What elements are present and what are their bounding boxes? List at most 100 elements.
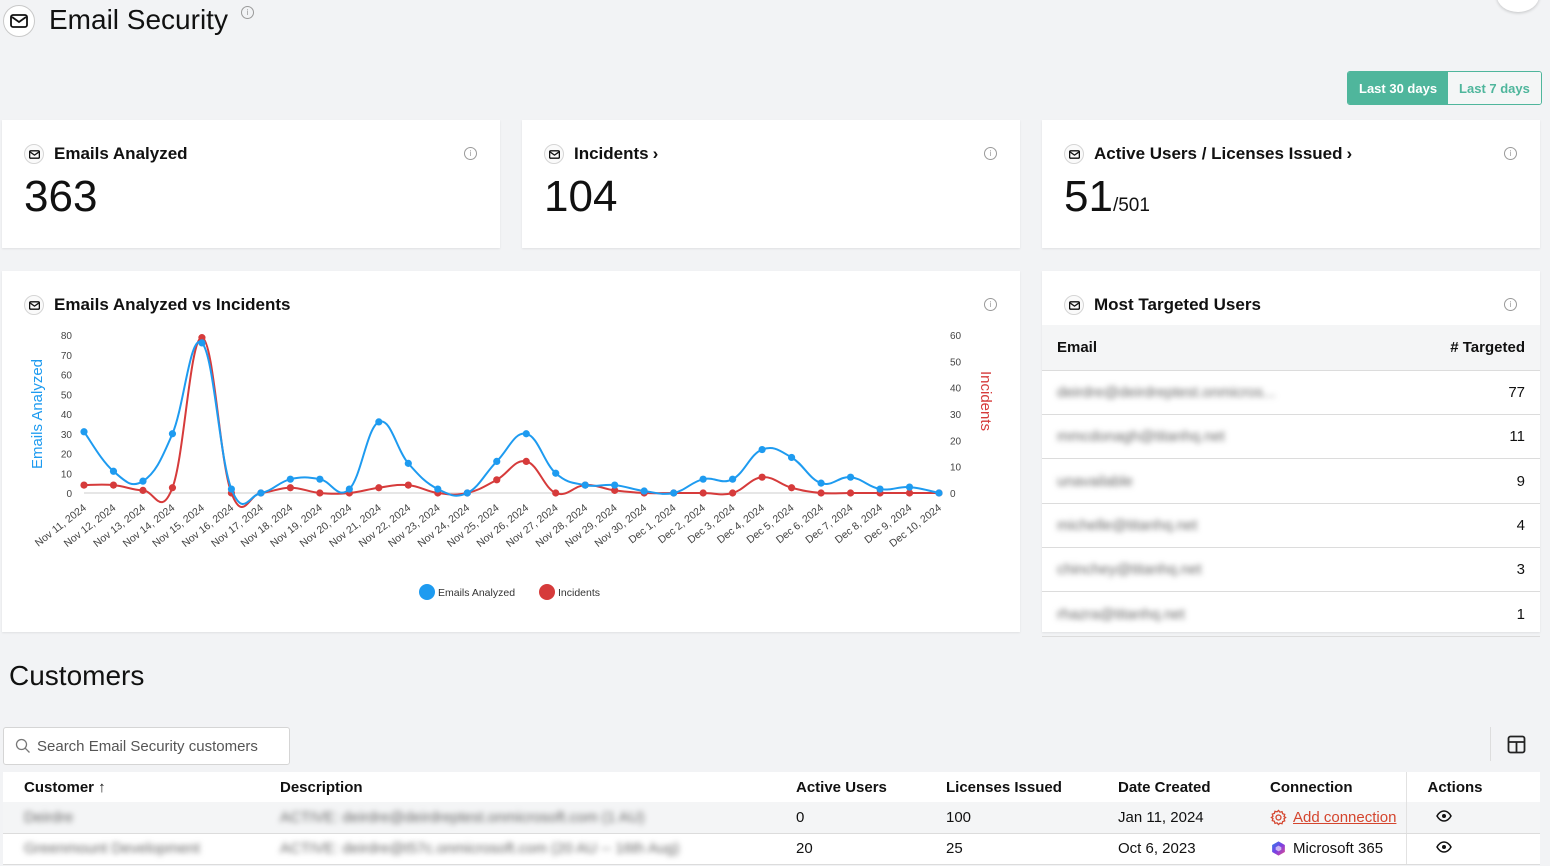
description-text: ACTIVE: deirdre@t57c.onmicrosoft.com (20… (280, 840, 680, 857)
active-users-card[interactable]: Active Users / Licenses Issued › i 51/501 (1042, 120, 1540, 248)
data-point-emails (227, 485, 236, 493)
column-description[interactable]: Description (259, 772, 775, 802)
targeted-count: 1 (1516, 605, 1525, 623)
info-icon[interactable]: i (241, 6, 254, 19)
data-point-emails (522, 430, 530, 438)
microsoft-365-icon (1272, 841, 1285, 856)
connection: Add connection (1249, 802, 1406, 834)
y2-tick-label: 50 (950, 357, 962, 368)
data-point-emails (670, 489, 678, 497)
user-email: rhazra@titanhq.net (1057, 605, 1185, 623)
column-customer[interactable]: Customer ↑ (3, 772, 259, 802)
info-icon[interactable]: i (984, 147, 997, 160)
column-settings-button[interactable] (1490, 727, 1542, 761)
y-axis-label: Emails Analyzed (29, 359, 46, 469)
gear-icon (1270, 809, 1287, 826)
range-last-7-days[interactable]: Last 7 days (1448, 72, 1541, 104)
close-button[interactable] (1497, 0, 1539, 12)
data-point-emails (375, 418, 383, 426)
column-targeted[interactable]: # Targeted (1450, 339, 1525, 356)
legend-label: Incidents (558, 587, 600, 599)
date-range-toggle: Last 30 days Last 7 days (1347, 71, 1542, 105)
view-eye-icon[interactable] (1435, 841, 1452, 853)
data-point-incidents (729, 489, 737, 497)
legend-label: Emails Analyzed (438, 587, 515, 599)
info-icon[interactable]: i (464, 147, 477, 160)
list-item[interactable]: mmcdonagh@titanhq.net 11 (1042, 415, 1540, 460)
add-connection-link[interactable]: Add connection (1293, 809, 1396, 826)
y-tick-label: 70 (61, 351, 73, 362)
envelope-icon (544, 144, 564, 164)
data-point-emails (699, 475, 707, 483)
column-licenses-issued[interactable]: Licenses Issued (925, 772, 1097, 802)
customer-description: ACTIVE: deirdre@t57c.onmicrosoft.com (20… (259, 833, 775, 865)
view-eye-icon[interactable] (1435, 809, 1452, 822)
legend-swatch (539, 584, 555, 600)
data-point-emails (109, 467, 118, 475)
line-chart: 0 10 20 30 40 50 60 70 80 0 10 20 30 40 50 60 Emails Ana… (29, 331, 994, 600)
connection-cell: Microsoft 365 (1270, 840, 1406, 857)
data-point-incidents (758, 473, 766, 481)
table-columns-icon (1507, 735, 1526, 753)
list-item[interactable]: unavailable 9 (1042, 460, 1540, 504)
chevron-right-icon: › (652, 144, 659, 163)
data-point-emails (552, 469, 560, 477)
licenses-issued: 25 (925, 833, 1097, 865)
data-point-emails (846, 473, 855, 481)
list-item[interactable]: michelle@titanhq.net 4 (1042, 504, 1540, 548)
table-row[interactable]: Greenmount Development ACTIVE: deirdre@t5… (3, 833, 1540, 865)
data-point-incidents (552, 489, 560, 497)
range-last-30-days[interactable]: Last 30 days (1348, 72, 1449, 104)
data-point-emails (787, 453, 796, 462)
active-users: 20 (775, 833, 925, 865)
column-connection[interactable]: Connection (1249, 772, 1406, 802)
customer-name-text[interactable]: Deirdre (24, 809, 73, 826)
search-icon (15, 738, 30, 753)
targeted-count: 11 (1509, 428, 1525, 446)
incidents-card[interactable]: Incidents › i 104 (522, 120, 1020, 248)
search-input[interactable] (37, 737, 277, 755)
data-point-emails (434, 485, 442, 493)
y-tick-label: 40 (61, 410, 73, 421)
column-date-created[interactable]: Date Created (1097, 772, 1249, 802)
list-item[interactable]: deirdre@deirdreptest.onmicros... 77 (1042, 371, 1540, 415)
legend-swatch (419, 584, 435, 600)
y2-tick-label: 0 (950, 489, 956, 500)
column-actions: Actions (1405, 772, 1540, 802)
y-tick-label: 30 (61, 430, 73, 441)
customer-search[interactable] (3, 727, 290, 765)
y2-tick-label: 60 (950, 331, 962, 342)
user-email: mmcdonagh@titanhq.net (1057, 428, 1225, 446)
card-title[interactable]: Active Users / Licenses Issued (1094, 144, 1343, 164)
data-point-incidents (286, 484, 294, 492)
connection: Microsoft 365 (1249, 833, 1406, 865)
envelope-icon (1064, 295, 1084, 315)
data-point-emails (611, 481, 619, 489)
data-point-incidents (787, 484, 796, 492)
info-icon[interactable]: i (1504, 298, 1517, 311)
y-tick-label: 60 (61, 371, 73, 382)
data-point-emails (905, 483, 914, 491)
y-tick-label: 10 (61, 469, 73, 480)
card-title[interactable]: Incidents (574, 144, 649, 164)
data-point-incidents (404, 481, 412, 489)
y2-tick-label: 30 (950, 410, 962, 421)
customer-name-text[interactable]: Greenmount Development (24, 840, 200, 857)
customers-title: Customers (9, 660, 145, 691)
user-email: deirdre@deirdreptest.onmicros... (1057, 384, 1276, 401)
column-active-users[interactable]: Active Users (775, 772, 925, 802)
user-email: chinchey@titanhq.net (1057, 561, 1202, 579)
data-point-incidents (139, 486, 147, 494)
column-email[interactable]: Email (1057, 339, 1097, 356)
data-point-emails (139, 477, 147, 485)
info-icon[interactable]: i (1504, 147, 1517, 160)
incidents-value: 104 (544, 172, 618, 221)
list-item[interactable]: chinchey@titanhq.net 3 (1042, 548, 1540, 593)
y-tick-label: 80 (61, 331, 73, 342)
data-point-incidents (109, 481, 118, 489)
active-users-count: 51 (1064, 172, 1113, 221)
list-item[interactable]: rhazra@titanhq.net 1 (1042, 593, 1540, 637)
table-row[interactable]: Deirdre ACTIVE: deirdre@deirdreptest.onmi… (3, 802, 1540, 834)
chevron-right-icon: › (1346, 144, 1353, 163)
licenses-issued: 100 (925, 802, 1097, 834)
